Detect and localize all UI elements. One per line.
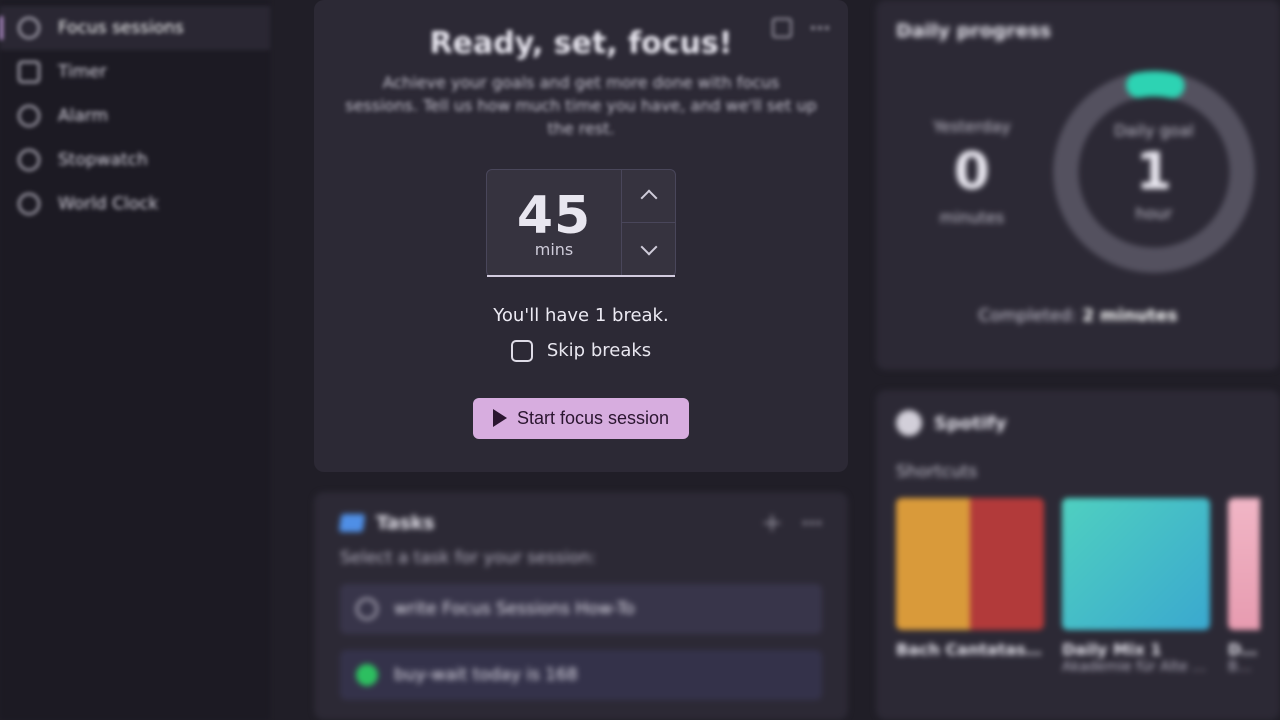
- daily-progress-title: Daily progress: [896, 20, 1260, 42]
- main-column: Ready, set, focus! Achieve your goals an…: [270, 0, 864, 720]
- skip-breaks-checkbox[interactable]: [511, 340, 533, 362]
- duration-stepper[interactable]: 45 mins: [486, 169, 676, 277]
- play-icon: [493, 409, 507, 427]
- duration-up-button[interactable]: [622, 170, 675, 224]
- spotify-album[interactable]: Daily Bath… Stage…: [1228, 498, 1260, 675]
- spotify-album[interactable]: Daily Mix 1 Akademie für Alte Musik Berl…: [1062, 498, 1210, 675]
- nav-label: Focus sessions: [58, 18, 184, 38]
- yesterday-unit: minutes: [939, 208, 1004, 227]
- skip-breaks-row[interactable]: Skip breaks: [511, 340, 651, 362]
- more-icon[interactable]: [810, 18, 830, 38]
- nav-item-stopwatch[interactable]: Stopwatch: [0, 138, 270, 182]
- focus-title: Ready, set, focus!: [430, 26, 733, 61]
- completed-label: Completed:: [978, 306, 1076, 326]
- sidebar: Focus sessions Timer Alarm Stopwatch Wor…: [0, 0, 270, 720]
- duration-unit: mins: [535, 240, 574, 259]
- start-button-label: Start focus session: [517, 408, 669, 429]
- skip-breaks-label: Skip breaks: [547, 340, 651, 361]
- task-checkbox[interactable]: [356, 598, 378, 620]
- task-item[interactable]: write Focus Sessions How-To: [340, 584, 822, 634]
- right-column: Daily progress Yesterday 0 minutes Daily: [864, 0, 1280, 720]
- duration-display: 45 mins: [487, 170, 621, 276]
- task-label: write Focus Sessions How-To: [394, 599, 635, 619]
- chevron-down-icon: [640, 239, 657, 256]
- nav-label: Timer: [58, 62, 107, 82]
- album-art: [1228, 498, 1260, 630]
- goal-value: 1: [1136, 142, 1172, 202]
- goal-unit: hour: [1136, 204, 1173, 223]
- album-art: [1062, 498, 1210, 630]
- world-clock-icon: [18, 193, 40, 215]
- daily-goal-ring: Daily goal 1 hour: [1048, 67, 1260, 277]
- album-title: Bach Cantatas —: [896, 640, 1044, 659]
- nav-label: Alarm: [58, 106, 108, 126]
- expand-icon[interactable]: [772, 18, 792, 38]
- spotify-title: Spotify: [934, 413, 1007, 434]
- nav-label: Stopwatch: [58, 150, 148, 170]
- nav-item-alarm[interactable]: Alarm: [0, 94, 270, 138]
- duration-down-button[interactable]: [622, 223, 675, 276]
- album-title: Daily Mix 1: [1062, 640, 1210, 659]
- spotify-shortcuts-label: Shortcuts: [896, 462, 1260, 482]
- add-task-button[interactable]: [762, 513, 782, 533]
- album-subtitle: Bath… Stage…: [1228, 659, 1260, 675]
- completed-line: Completed: 2 minutes: [896, 306, 1260, 326]
- yesterday-value: 0: [954, 142, 990, 202]
- break-info: You'll have 1 break.: [493, 305, 668, 326]
- daily-progress-panel: Daily progress Yesterday 0 minutes Daily: [876, 0, 1280, 370]
- tasks-more-icon[interactable]: [802, 513, 822, 533]
- timer-icon: [18, 61, 40, 83]
- task-item[interactable]: buy-wait today is 168: [340, 650, 822, 700]
- nav-item-world-clock[interactable]: World Clock: [0, 182, 270, 226]
- completed-value: 2 minutes: [1082, 306, 1177, 326]
- nav-item-timer[interactable]: Timer: [0, 50, 270, 94]
- goal-label: Daily goal: [1114, 121, 1194, 140]
- tasks-prompt: Select a task for your session:: [340, 548, 822, 568]
- album-art: [896, 498, 1044, 630]
- start-focus-session-button[interactable]: Start focus session: [473, 398, 689, 439]
- album-title: Daily: [1228, 640, 1260, 659]
- focus-icon: [18, 17, 40, 39]
- duration-value: 45: [517, 186, 591, 246]
- alarm-icon: [18, 105, 40, 127]
- tasks-panel: Tasks Select a task for your session: wr…: [314, 492, 848, 720]
- chevron-up-icon: [640, 189, 657, 206]
- tasks-icon: [339, 514, 366, 532]
- focus-panel: Ready, set, focus! Achieve your goals an…: [314, 0, 848, 472]
- task-label: buy-wait today is 168: [394, 665, 578, 685]
- spotify-panel: Spotify Shortcuts Bach Cantatas — Daily …: [876, 390, 1280, 720]
- album-subtitle: Akademie für Alte Musik Berlin…: [1062, 659, 1210, 675]
- nav-item-focus-sessions[interactable]: Focus sessions: [0, 6, 270, 50]
- spotify-icon: [896, 410, 922, 436]
- tasks-title: Tasks: [376, 512, 435, 534]
- yesterday-block: Yesterday 0 minutes: [896, 117, 1048, 227]
- nav-label: World Clock: [58, 194, 158, 214]
- task-checkbox[interactable]: [356, 664, 378, 686]
- spotify-album[interactable]: Bach Cantatas —: [896, 498, 1044, 675]
- yesterday-label: Yesterday: [933, 117, 1011, 136]
- stopwatch-icon: [18, 149, 40, 171]
- focus-subtitle: Achieve your goals and get more done wit…: [344, 71, 818, 141]
